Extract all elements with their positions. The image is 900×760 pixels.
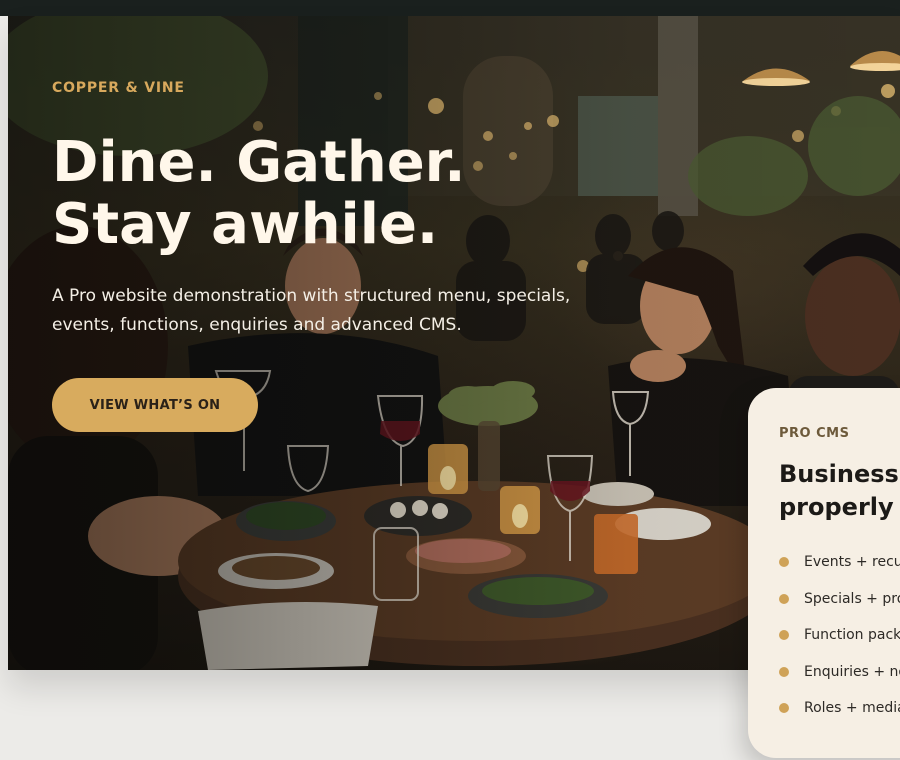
feature-label: Specials + pro [804,590,900,607]
bullet-dot-icon [779,666,789,677]
feature-item-specials: Specials + pro [779,581,900,618]
feature-label: Roles + media [804,700,900,716]
cms-title: Business properly [779,458,899,524]
view-whats-on-button[interactable]: VIEW WHAT’S ON [52,378,258,432]
cms-title-line-1: Business [779,460,899,488]
top-bar [0,0,900,16]
feature-item-roles: Roles + media [779,690,900,727]
hero-title-line-1: Dine. Gather. [52,130,466,195]
bullet-dot-icon [779,557,789,567]
bullet-dot-icon [779,593,789,604]
brand-eyebrow: COPPER & VINE [52,80,185,96]
pro-cms-card: PRO CMS Business properly Events + recu … [748,388,900,758]
feature-label: Events + recu [804,554,900,570]
feature-item-events: Events + recu [779,544,900,581]
feature-item-functions: Function packa [779,617,900,654]
bullet-dot-icon [779,630,789,640]
cms-feature-list: Events + recu Specials + pro Function pa… [779,544,900,727]
feature-label: Function packa [804,627,900,643]
cms-title-line-2: properly [779,493,894,521]
hero-title: Dine. Gather. Stay awhile. [52,132,466,256]
hero-description: A Pro website demonstration with structu… [52,286,571,335]
cms-eyebrow: PRO CMS [779,426,850,441]
hero-title-line-2: Stay awhile. [52,192,439,257]
bullet-dot-icon [779,703,789,713]
feature-item-enquiries: Enquiries + no [779,654,900,691]
feature-label: Enquiries + no [804,663,900,680]
